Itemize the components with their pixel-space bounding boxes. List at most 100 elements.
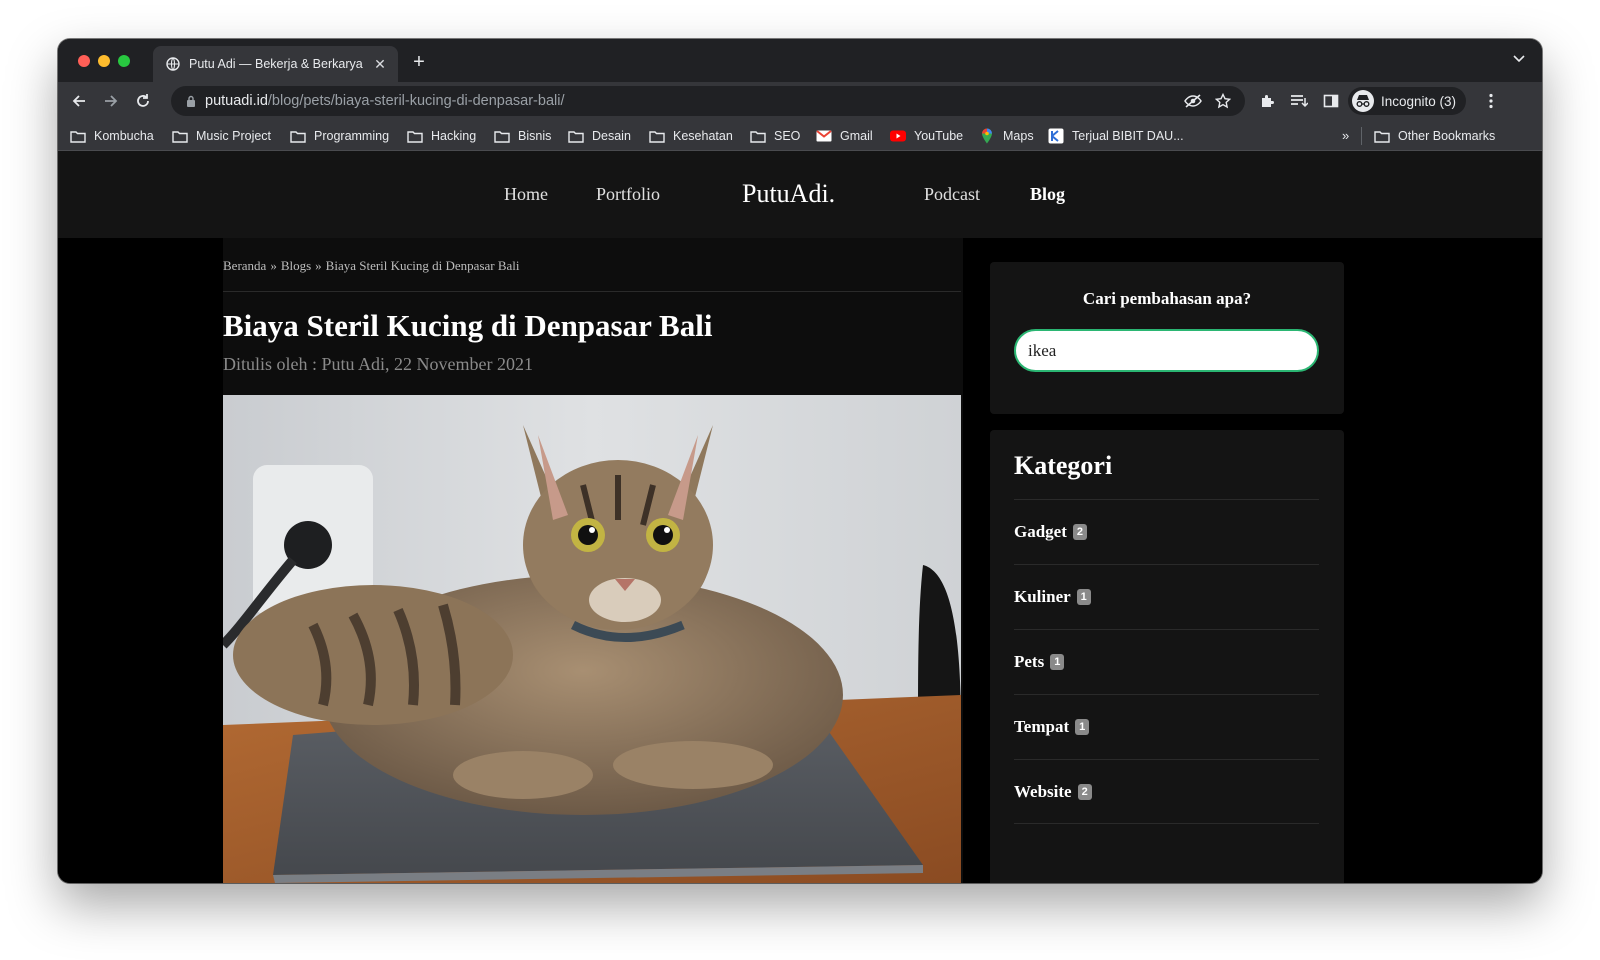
folder-icon [750, 129, 766, 143]
url-host: putuadi.id [205, 93, 268, 109]
folder-icon [290, 129, 306, 143]
nav-blog[interactable]: Blog [1030, 184, 1065, 205]
bookmarks-overflow-button[interactable]: » [1342, 128, 1349, 143]
bookmark-label: Bisnis [518, 129, 552, 143]
profile-label: Incognito (3) [1381, 93, 1457, 109]
browser-tab-active[interactable]: Putu Adi — Bekerja & Berkarya ✕ [153, 46, 398, 82]
forward-arrow-icon[interactable] [98, 88, 124, 114]
tab-strip: Putu Adi — Bekerja & Berkarya ✕ + [58, 39, 1542, 82]
back-arrow-icon[interactable] [66, 88, 92, 114]
bookmark-hacking[interactable]: Hacking [407, 127, 476, 145]
bookmark-youtube[interactable]: YouTube [890, 127, 963, 145]
tab-title: Putu Adi — Bekerja & Berkarya [189, 57, 363, 71]
gmail-icon [816, 129, 832, 143]
category-name: Kuliner [1014, 587, 1071, 606]
folder-icon [407, 129, 423, 143]
extensions-puzzle-icon[interactable] [1258, 92, 1276, 110]
bookmark-gmail[interactable]: Gmail [816, 127, 873, 145]
address-bar[interactable]: putuadi.id/blog/pets/biaya-steril-kucing… [171, 86, 1245, 116]
browser-toolbar: putuadi.id/blog/pets/biaya-steril-kucing… [58, 82, 1542, 120]
categories-widget: Kategori Gadget 2 Kuliner 1 Pets 1 Tempa… [990, 430, 1344, 883]
category-item-website[interactable]: Website 2 [1014, 759, 1319, 824]
bookmark-programming[interactable]: Programming [290, 127, 389, 145]
category-count-badge: 1 [1050, 654, 1065, 670]
category-name: Gadget [1014, 522, 1067, 541]
nav-home[interactable]: Home [504, 184, 548, 205]
other-bookmarks-label: Other Bookmarks [1398, 129, 1496, 143]
web-page: Home Portfolio PutuAdi. Podcast Blog Ber… [58, 151, 1542, 883]
incognito-icon [1352, 90, 1374, 112]
incognito-profile-button[interactable]: Incognito (3) [1348, 87, 1467, 115]
breadcrumb-separator: » [270, 258, 277, 273]
search-widget: Cari pembahasan apa? [990, 262, 1344, 414]
reading-list-icon[interactable] [1290, 92, 1308, 110]
bookmark-maps[interactable]: Maps [979, 127, 1034, 145]
breadcrumb: Beranda» Blogs» Biaya Steril Kucing di Den… [223, 258, 520, 274]
side-panel-icon[interactable] [1322, 92, 1340, 110]
maximize-window-button[interactable] [118, 55, 130, 67]
divider [223, 291, 961, 292]
bookmark-label: Gmail [840, 129, 873, 143]
categories-list: Gadget 2 Kuliner 1 Pets 1 Tempat 1 Websi… [1014, 499, 1319, 824]
category-count-badge: 1 [1076, 589, 1091, 605]
reload-icon[interactable] [130, 88, 156, 114]
categories-heading: Kategori [1014, 451, 1113, 480]
bookmark-label: SEO [774, 129, 801, 143]
search-input[interactable] [1014, 329, 1319, 372]
bookmark-label: Kesehatan [673, 129, 733, 143]
url-path: /blog/pets/biaya-steril-kucing-di-denpas… [267, 93, 565, 109]
search-heading: Cari pembahasan apa? [1082, 289, 1252, 308]
youtube-icon [890, 129, 906, 143]
post-title: Biaya Steril Kucing di Denpasar Bali [223, 308, 713, 343]
category-name: Pets [1014, 652, 1045, 671]
lock-icon[interactable] [183, 95, 199, 107]
breadcrumb-home[interactable]: Beranda [223, 258, 266, 273]
category-item-kuliner[interactable]: Kuliner 1 [1014, 564, 1319, 629]
maps-icon [979, 128, 995, 144]
bookmark-bisnis[interactable]: Bisnis [494, 127, 551, 145]
folder-icon [568, 129, 584, 143]
new-tab-button[interactable]: + [408, 51, 430, 73]
bookmark-terjual-bibit[interactable]: Terjual BIBIT DAU... [1048, 127, 1184, 145]
folder-icon [649, 129, 665, 143]
close-tab-icon[interactable]: ✕ [370, 54, 390, 74]
bookmark-seo[interactable]: SEO [750, 127, 800, 145]
more-menu-icon[interactable] [1482, 92, 1500, 110]
category-count-badge: 2 [1077, 783, 1092, 800]
minimize-window-button[interactable] [98, 55, 110, 67]
bookmark-kombucha[interactable]: Kombucha [70, 127, 154, 145]
post-meta: Ditulis oleh : Putu Adi, 22 November 202… [223, 354, 533, 374]
bookmark-label: Hacking [431, 129, 477, 143]
bookmark-desain[interactable]: Desain [568, 127, 631, 145]
breadcrumb-blogs[interactable]: Blogs [281, 258, 311, 273]
bookmarks-bar: Kombucha Music Project Programming Hacki… [58, 120, 1542, 151]
url-text: putuadi.id/blog/pets/biaya-steril-kucing… [205, 93, 564, 109]
folder-icon [1374, 129, 1390, 143]
bookmark-label: Terjual BIBIT DAU... [1072, 129, 1184, 143]
star-icon[interactable] [1214, 92, 1232, 110]
bookmarks-divider [1361, 127, 1362, 145]
folder-icon [70, 129, 86, 143]
bookmark-music-project[interactable]: Music Project [172, 127, 271, 145]
bookmark-kesehatan[interactable]: Kesehatan [649, 127, 733, 145]
category-count-badge: 2 [1072, 524, 1088, 540]
nav-podcast[interactable]: Podcast [924, 184, 980, 205]
tab-search-chevron-icon[interactable] [1510, 52, 1528, 70]
nav-portfolio[interactable]: Portfolio [596, 184, 660, 205]
bookmark-label: Maps [1003, 129, 1034, 143]
bookmark-label: Music Project [196, 129, 272, 143]
hero-cat-photo [223, 395, 961, 883]
category-item-pets[interactable]: Pets 1 [1014, 629, 1319, 694]
category-item-tempat[interactable]: Tempat 1 [1014, 694, 1319, 759]
category-item-gadget[interactable]: Gadget 2 [1014, 499, 1319, 564]
bookmark-label: Kombucha [94, 129, 154, 143]
category-name: Website [1014, 781, 1072, 801]
article-content: Beranda» Blogs» Biaya Steril Kucing di Den… [223, 238, 963, 883]
site-logo[interactable]: PutuAdi. [742, 179, 835, 209]
category-count-badge: 1 [1075, 719, 1090, 735]
eye-off-icon[interactable] [1184, 92, 1202, 110]
folder-icon [172, 129, 188, 143]
other-bookmarks[interactable]: Other Bookmarks [1374, 127, 1495, 145]
close-window-button[interactable] [78, 55, 90, 67]
bookmark-label: Programming [314, 129, 390, 143]
